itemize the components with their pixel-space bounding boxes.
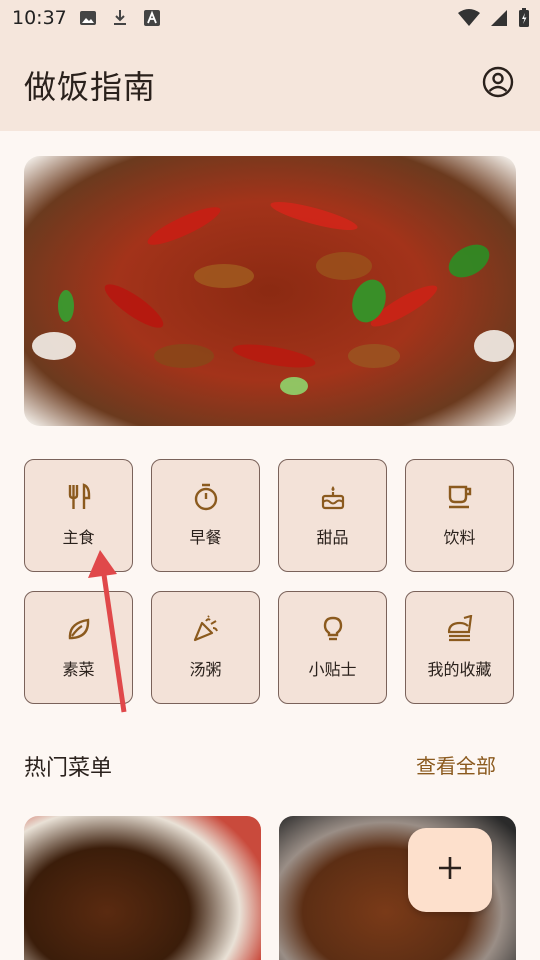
- category-label: 小贴士: [308, 659, 357, 679]
- signal-icon: [490, 9, 508, 32]
- font-a-icon: [143, 9, 161, 27]
- page-title: 做饭指南: [24, 68, 157, 106]
- category-label: 汤粥: [189, 659, 222, 679]
- status-right-icons: [458, 8, 530, 33]
- category-breakfast[interactable]: 早餐: [151, 459, 260, 572]
- recipe-card-image[interactable]: [24, 816, 261, 960]
- battery-icon: [518, 8, 530, 33]
- category-label: 甜品: [316, 527, 349, 547]
- lightbulb-icon: [318, 614, 348, 644]
- hot-recipes-title: 热门菜单: [24, 756, 113, 781]
- category-label: 饮料: [443, 527, 476, 547]
- category-soup[interactable]: 汤粥: [151, 591, 260, 704]
- category-dessert[interactable]: 甜品: [278, 459, 387, 572]
- category-label: 素菜: [62, 659, 95, 679]
- wifi-icon: [458, 9, 480, 32]
- plus-icon: [437, 855, 463, 885]
- category-favorites[interactable]: 我的收藏: [405, 591, 514, 704]
- download-icon: [111, 9, 129, 27]
- category-label: 早餐: [189, 527, 222, 547]
- add-recipe-button[interactable]: [408, 828, 492, 912]
- coffee-cup-icon: [445, 482, 475, 512]
- status-time: 10:37: [12, 7, 67, 29]
- category-label: 我的收藏: [427, 659, 492, 679]
- cake-icon: [318, 482, 348, 512]
- party-popper-icon: [191, 614, 221, 644]
- account-circle-icon: [482, 66, 514, 102]
- profile-button[interactable]: [482, 66, 514, 102]
- dish-icon: [445, 614, 475, 644]
- timer-icon: [191, 482, 221, 512]
- category-tips[interactable]: 小贴士: [278, 591, 387, 704]
- leaf-icon: [64, 614, 94, 644]
- gallery-icon: [79, 9, 97, 27]
- chili-chicken-illustration: [32, 202, 514, 395]
- category-drinks[interactable]: 饮料: [405, 459, 514, 572]
- category-vegetables[interactable]: 素菜: [24, 591, 133, 704]
- hero-food-image[interactable]: [24, 156, 516, 426]
- category-label: 主食: [62, 527, 95, 547]
- see-all-link[interactable]: 查看全部: [416, 750, 496, 779]
- category-main-food[interactable]: 主食: [24, 459, 133, 572]
- category-grid: 主食 早餐 甜品 饮料 素菜 汤粥 小贴士 我的收藏: [24, 459, 516, 704]
- utensils-icon: [64, 482, 94, 512]
- status-bar: 10:37: [0, 0, 540, 36]
